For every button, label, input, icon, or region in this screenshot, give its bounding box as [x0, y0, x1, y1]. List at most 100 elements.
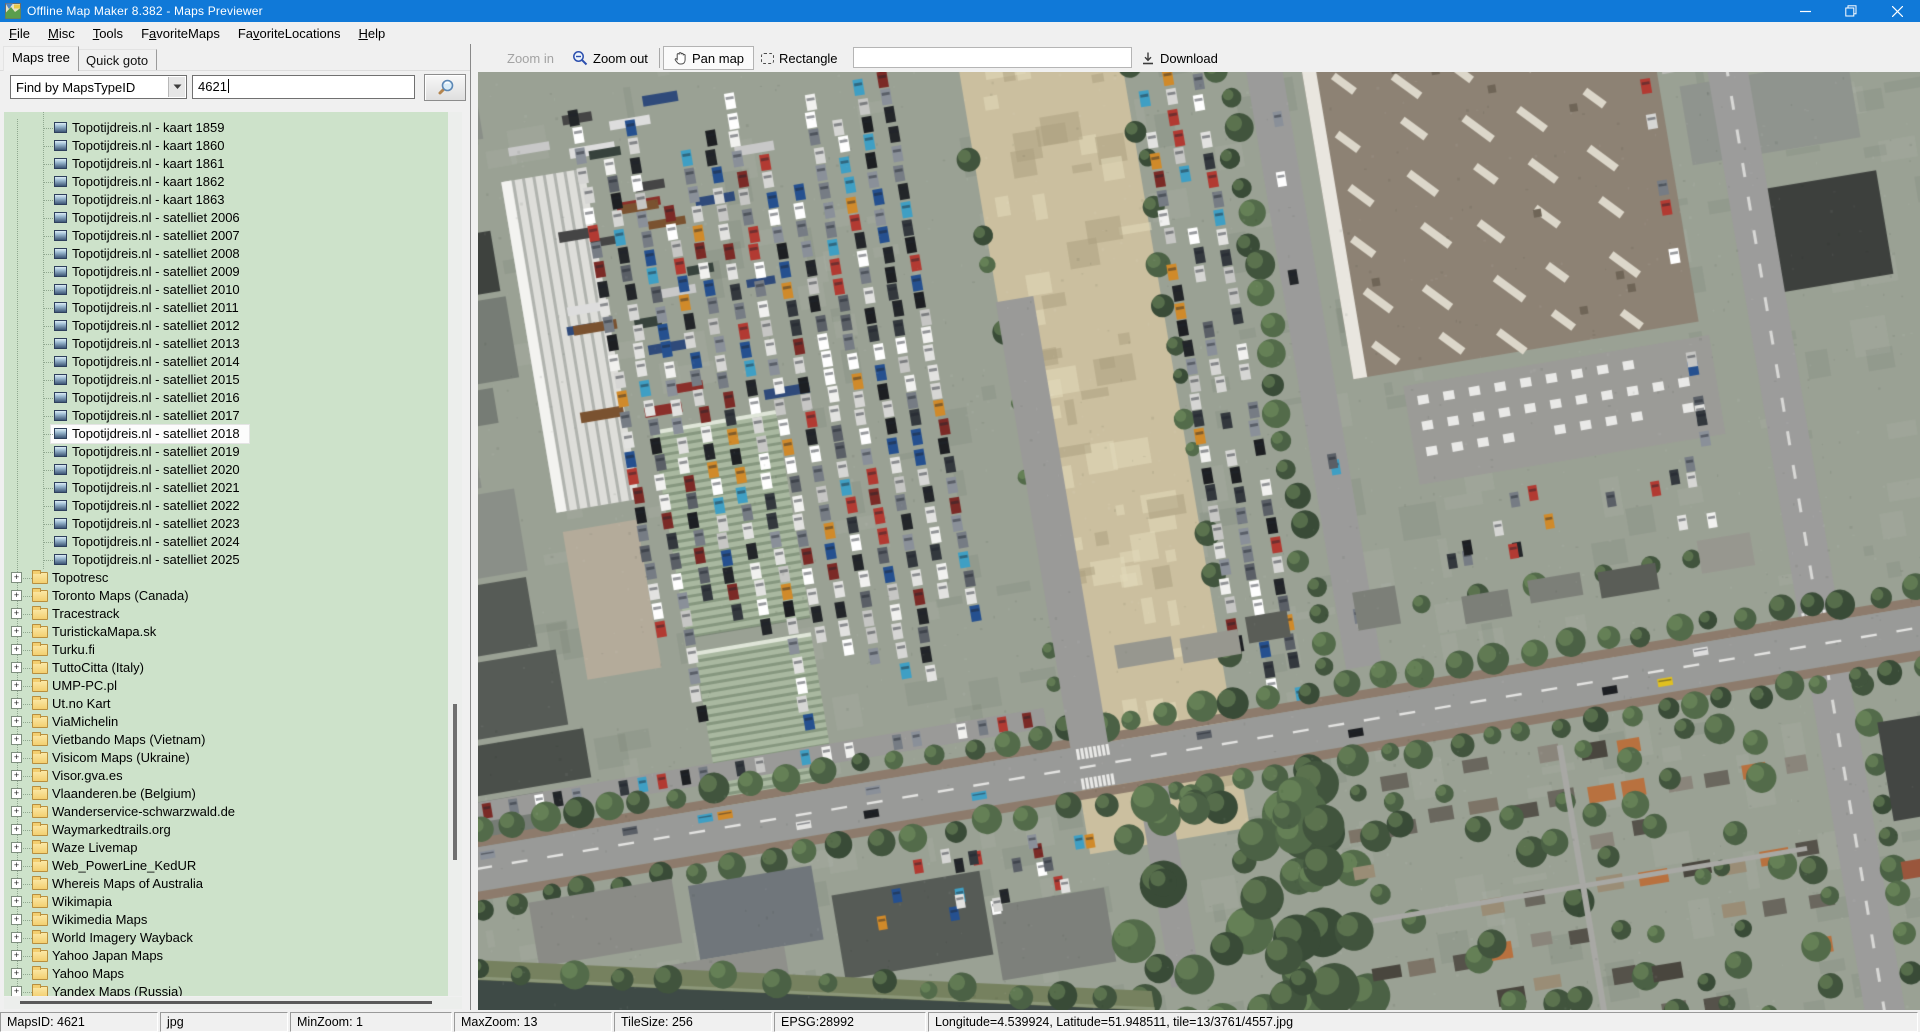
tree-item[interactable]: Topotijdreis.nl - satelliet 2007 [4, 227, 448, 245]
tree-item[interactable]: Topotijdreis.nl - kaart 1863 [4, 191, 448, 209]
close-button[interactable] [1874, 0, 1920, 22]
menu-item-misc[interactable]: Misc [39, 23, 84, 43]
map-viewport[interactable] [478, 72, 1920, 1010]
tree-folder[interactable]: +TuristickaMapa.sk [4, 623, 448, 641]
menu-item-favoritemaps[interactable]: FavoriteMaps [132, 23, 229, 43]
tree-folder[interactable]: +Yahoo Japan Maps [4, 947, 448, 965]
expand-plus-icon[interactable]: + [11, 878, 22, 889]
tree-folder[interactable]: +Visor.gva.es [4, 767, 448, 785]
expand-plus-icon[interactable]: + [11, 644, 22, 655]
tree-item[interactable]: Topotijdreis.nl - satelliet 2015 [4, 371, 448, 389]
scrollbar-thumb[interactable] [453, 704, 457, 860]
expand-plus-icon[interactable]: + [11, 950, 22, 961]
tree-folder[interactable]: +Waze Livemap [4, 839, 448, 857]
menu-item-file[interactable]: File [0, 23, 39, 43]
tree-item[interactable]: Topotijdreis.nl - satelliet 2008 [4, 245, 448, 263]
expand-plus-icon[interactable]: + [11, 716, 22, 727]
expand-plus-icon[interactable]: + [11, 662, 22, 673]
tree-folder[interactable]: +Vlaanderen.be (Belgium) [4, 785, 448, 803]
tree-item[interactable]: Topotijdreis.nl - satelliet 2020 [4, 461, 448, 479]
tree-folder[interactable]: +World Imagery Wayback [4, 929, 448, 947]
expand-plus-icon[interactable]: + [11, 806, 22, 817]
combo-dropdown-button[interactable] [168, 77, 185, 97]
expand-plus-icon[interactable]: + [11, 860, 22, 871]
expand-plus-icon[interactable]: + [11, 896, 22, 907]
tree-item[interactable]: Topotijdreis.nl - satelliet 2014 [4, 353, 448, 371]
expand-plus-icon[interactable]: + [11, 608, 22, 619]
tree-item[interactable]: Topotijdreis.nl - satelliet 2011 [4, 299, 448, 317]
expand-plus-icon[interactable]: + [11, 698, 22, 709]
search-button[interactable] [424, 74, 466, 101]
tree-folder[interactable]: +Yahoo Maps [4, 965, 448, 983]
expand-plus-icon[interactable]: + [11, 932, 22, 943]
tree-folder[interactable]: +Whereis Maps of Australia [4, 875, 448, 893]
tree-item[interactable]: Topotijdreis.nl - satelliet 2018 [4, 425, 448, 443]
expand-plus-icon[interactable]: + [11, 752, 22, 763]
tree-item[interactable]: Topotijdreis.nl - satelliet 2016 [4, 389, 448, 407]
tree-item[interactable]: Topotijdreis.nl - kaart 1860 [4, 137, 448, 155]
tree-folder[interactable]: +Vietbando Maps (Vietnam) [4, 731, 448, 749]
tree-folder[interactable]: +UMP-PC.pl [4, 677, 448, 695]
title-bar[interactable]: Offline Map Maker 8.382 - Maps Previewer [0, 0, 1920, 22]
tree-item[interactable]: Topotijdreis.nl - satelliet 2017 [4, 407, 448, 425]
expand-plus-icon[interactable]: + [11, 680, 22, 691]
tree-folder[interactable]: +Visicom Maps (Ukraine) [4, 749, 448, 767]
tree-item[interactable]: Topotijdreis.nl - satelliet 2013 [4, 335, 448, 353]
tree-folder[interactable]: +Toronto Maps (Canada) [4, 587, 448, 605]
tree-item[interactable]: Topotijdreis.nl - satelliet 2009 [4, 263, 448, 281]
tree-folder[interactable]: +Web_PowerLine_KedUR [4, 857, 448, 875]
expand-plus-icon[interactable]: + [11, 986, 22, 996]
tree-folder[interactable]: +Wanderservice-schwarzwald.de [4, 803, 448, 821]
zoom-out-button[interactable]: Zoom out [572, 44, 648, 72]
rectangle-select-button[interactable]: Rectangle [761, 44, 838, 72]
tree-folder[interactable]: +Yandex Maps (Russia) [4, 983, 448, 996]
tree-item[interactable]: Topotijdreis.nl - satelliet 2006 [4, 209, 448, 227]
tree-horizontal-scrollbar[interactable] [4, 997, 462, 1009]
tree-folder[interactable]: +Wikimedia Maps [4, 911, 448, 929]
tab-maps-tree[interactable]: Maps tree [3, 46, 79, 71]
tree-folder[interactable]: +TuttoCitta (Italy) [4, 659, 448, 677]
tree-item[interactable]: Topotijdreis.nl - satelliet 2025 [4, 551, 448, 569]
menu-item-help[interactable]: Help [349, 23, 394, 43]
expand-plus-icon[interactable]: + [11, 626, 22, 637]
tree-item[interactable]: Topotijdreis.nl - satelliet 2023 [4, 515, 448, 533]
tree-item[interactable]: Topotijdreis.nl - kaart 1859 [4, 119, 448, 137]
tree-folder[interactable]: +Tracestrack [4, 605, 448, 623]
tree-folder[interactable]: +Waymarkedtrails.org [4, 821, 448, 839]
tree-item[interactable]: Topotijdreis.nl - satelliet 2010 [4, 281, 448, 299]
expand-plus-icon[interactable]: + [11, 770, 22, 781]
expand-plus-icon[interactable]: + [11, 590, 22, 601]
menu-item-tools[interactable]: Tools [84, 23, 132, 43]
expand-plus-icon[interactable]: + [11, 914, 22, 925]
menu-item-favoritelocations[interactable]: FavoriteLocations [229, 23, 350, 43]
expand-plus-icon[interactable]: + [11, 788, 22, 799]
download-button[interactable]: Download [1141, 44, 1218, 72]
expand-plus-icon[interactable]: + [11, 572, 22, 583]
toolbar-text-input[interactable] [853, 47, 1132, 68]
tree-item[interactable]: Topotijdreis.nl - kaart 1861 [4, 155, 448, 173]
tree-folder[interactable]: +Turku.fi [4, 641, 448, 659]
expand-plus-icon[interactable]: + [11, 824, 22, 835]
restore-button[interactable] [1828, 0, 1874, 22]
tree-item[interactable]: Topotijdreis.nl - satelliet 2022 [4, 497, 448, 515]
zoom-in-button[interactable]: Zoom in [507, 44, 554, 72]
tree-item[interactable]: Topotijdreis.nl - kaart 1862 [4, 173, 448, 191]
tree-folder[interactable]: +Ut.no Kart [4, 695, 448, 713]
tree-item[interactable]: Topotijdreis.nl - satelliet 2021 [4, 479, 448, 497]
tree-vertical-scrollbar[interactable] [448, 112, 462, 996]
tree-folder[interactable]: +Wikimapia [4, 893, 448, 911]
find-mode-combobox[interactable]: Find by MapsTypeID [10, 75, 187, 99]
tree-folder[interactable]: +Topotresc [4, 569, 448, 587]
pan-map-button[interactable]: Pan map [663, 46, 754, 70]
minimize-button[interactable] [1782, 0, 1828, 22]
maps-tree[interactable]: Topotijdreis.nl - kaart 1859Topotijdreis… [4, 112, 448, 996]
scrollbar-thumb[interactable] [20, 1001, 432, 1004]
search-input[interactable]: 4621 [192, 75, 415, 99]
tree-folder[interactable]: +ViaMichelin [4, 713, 448, 731]
tab-quick-goto[interactable]: Quick goto [77, 49, 157, 71]
tree-item[interactable]: Topotijdreis.nl - satelliet 2024 [4, 533, 448, 551]
tree-item[interactable]: Topotijdreis.nl - satelliet 2012 [4, 317, 448, 335]
expand-plus-icon[interactable]: + [11, 734, 22, 745]
expand-plus-icon[interactable]: + [11, 842, 22, 853]
panel-divider[interactable] [470, 44, 471, 1012]
